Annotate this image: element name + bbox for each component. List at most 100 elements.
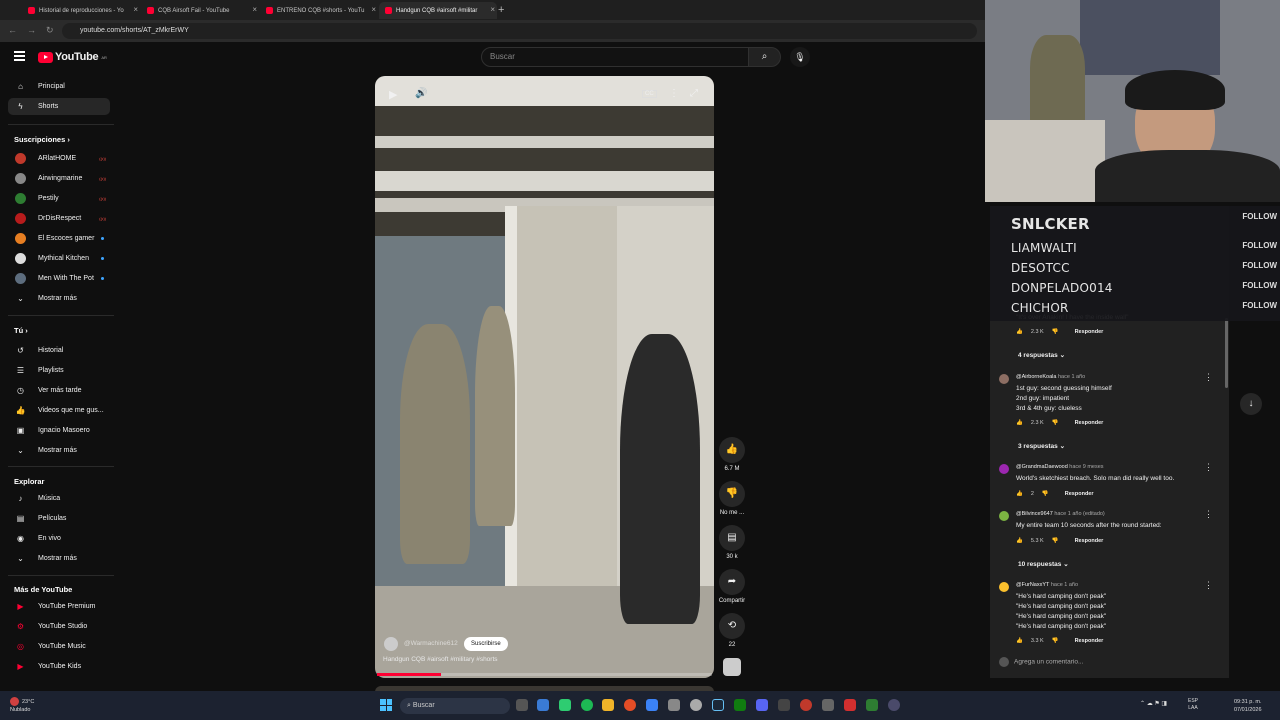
system-tray-icons[interactable]: ⌃ ☁ ⚑ ◨ (1140, 700, 1167, 707)
like-icon[interactable]: 👍 (1016, 420, 1023, 426)
browser-tab-active[interactable]: Handgun CQB #airsoft #militar × (379, 2, 497, 19)
app-icon[interactable] (822, 699, 834, 711)
search-button[interactable]: ⌕ (748, 47, 781, 67)
sidebar-item-music-app[interactable]: ◎ YouTube Music (8, 638, 110, 655)
app-icon[interactable] (646, 699, 658, 711)
view-replies-button[interactable]: 4 respuestas ⌄ (1018, 351, 1065, 359)
app-icon[interactable] (778, 699, 790, 711)
next-short-button[interactable]: ↓ (1240, 393, 1262, 415)
close-tab-icon[interactable]: × (371, 5, 376, 14)
commenter-avatar[interactable] (999, 582, 1009, 592)
channel-avatar[interactable] (384, 637, 398, 651)
video-progress-bar[interactable] (377, 673, 712, 676)
dislike-icon[interactable]: 👎 (1042, 491, 1049, 497)
file-explorer-icon[interactable] (602, 699, 614, 711)
app-icon[interactable] (690, 699, 702, 711)
subscription-item[interactable]: Airwingmarine ((•)) (8, 170, 110, 187)
subscription-item[interactable]: Mythical Kitchen (8, 250, 110, 267)
reply-button[interactable]: Responder (1075, 538, 1104, 544)
steam-icon[interactable] (712, 699, 724, 711)
dislike-icon[interactable]: 👎 (1052, 638, 1059, 644)
sound-thumbnail[interactable] (723, 658, 741, 676)
remix-button[interactable]: ⟲ 22 (718, 613, 746, 648)
new-tab-icon[interactable]: + (498, 4, 504, 16)
dislike-icon[interactable]: 👎 (1052, 420, 1059, 426)
close-tab-icon[interactable]: × (490, 5, 495, 14)
you-heading[interactable]: Tú › (14, 326, 28, 335)
dislike-icon[interactable]: 👎 (1052, 538, 1059, 544)
subscriptions-heading[interactable]: Suscripciones › (14, 135, 70, 144)
app-icon[interactable] (668, 699, 680, 711)
show-more-subscriptions[interactable]: ⌄ Mostrar más (8, 290, 110, 307)
menu-icon[interactable] (14, 51, 25, 62)
subscription-item[interactable]: ARlatHOME ((•)) (8, 150, 110, 167)
xbox-icon[interactable] (734, 699, 746, 711)
app-icon[interactable] (866, 699, 878, 711)
sidebar-item-live[interactable]: ◉ En vivo (8, 530, 110, 547)
reply-button[interactable]: Responder (1075, 420, 1104, 426)
comment-author[interactable]: @FurNaxxYT hace 1 año (1016, 582, 1078, 588)
comment-author[interactable]: @AirborneKoala hace 1 año (1016, 374, 1085, 380)
sidebar-item-music[interactable]: ♪ Música (8, 490, 110, 507)
voice-search-button[interactable]: 🎙 (790, 47, 810, 67)
discord-icon[interactable] (756, 699, 768, 711)
browser-tab[interactable]: Historial de reproducciones - Yo × (22, 2, 140, 19)
back-icon[interactable]: ← (8, 25, 27, 35)
sidebar-item-playlists[interactable]: ☰ Playlists (8, 362, 110, 379)
sidebar-item-studio[interactable]: ⚙ YouTube Studio (8, 618, 110, 635)
commenter-avatar[interactable] (999, 374, 1009, 384)
sidebar-item-shorts[interactable]: ϟ Shorts (8, 98, 110, 115)
weather-widget[interactable]: 23°C Nublado (10, 697, 34, 714)
fullscreen-icon[interactable]: ⤢ (690, 88, 698, 99)
commenter-avatar[interactable] (999, 464, 1009, 474)
browser-nav-buttons[interactable]: ←→↻ (8, 25, 64, 36)
captions-icon[interactable]: CC (642, 90, 657, 98)
share-button[interactable]: ➦ Compartir (718, 569, 746, 604)
reply-button[interactable]: Responder (1075, 329, 1104, 335)
volume-icon[interactable]: 🔊 (415, 88, 427, 99)
obs-icon[interactable] (800, 699, 812, 711)
sidebar-item-premium[interactable]: ▶ YouTube Premium (8, 598, 110, 615)
view-replies-button[interactable]: 10 respuestas ⌄ (1018, 560, 1069, 568)
channel-name[interactable]: @Warmachine612 (404, 640, 458, 647)
address-bar[interactable]: youtube.com/shorts/AT_zMkrErWY (62, 23, 977, 39)
sidebar-item-liked[interactable]: 👍 Videos que me gus... (8, 402, 110, 419)
close-tab-icon[interactable]: × (133, 5, 138, 14)
edge-icon[interactable] (537, 699, 549, 711)
browser-tab[interactable]: ENTRENO CQB #shorts - YouTu × (260, 2, 378, 19)
youtube-logo[interactable]: YouTube AR (38, 51, 107, 63)
like-icon[interactable]: 👍 (1016, 329, 1023, 335)
commenter-avatar[interactable] (999, 511, 1009, 521)
subscription-item[interactable]: DrDisRespect ((•)) (8, 210, 110, 227)
show-more-explore[interactable]: ⌄ Mostrar más (8, 550, 110, 567)
chrome-icon[interactable] (624, 699, 636, 711)
like-icon[interactable]: 👍 (1016, 638, 1023, 644)
sidebar-item-principal[interactable]: ⌂ Principal (8, 78, 110, 95)
comment-menu-icon[interactable]: ⋮ (1204, 580, 1213, 591)
reply-button[interactable]: Responder (1065, 491, 1094, 497)
browser-tab[interactable]: CQB Airsoft Fail - YouTube × (141, 2, 259, 19)
comment-menu-icon[interactable]: ⋮ (1204, 462, 1213, 473)
short-video-player[interactable] (375, 76, 714, 678)
show-more-you[interactable]: ⌄ Mostrar más (8, 442, 110, 459)
sidebar-item-kids[interactable]: ▶ YouTube Kids (8, 658, 110, 675)
sidebar-item-watch-later[interactable]: ◷ Ver más tarde (8, 382, 110, 399)
reload-icon[interactable]: ↻ (46, 25, 64, 35)
comments-scrollbar[interactable] (1225, 318, 1228, 388)
language-indicator[interactable]: ESP LAA (1188, 698, 1198, 712)
subscribe-button[interactable]: Suscribirse (464, 637, 508, 651)
more-options-icon[interactable]: ⋮ (669, 88, 679, 99)
comment-author[interactable]: @GrandmaDaewood hace 9 meses (1016, 464, 1104, 470)
like-button[interactable]: 👍 6.7 M (718, 437, 746, 472)
dislike-button[interactable]: 👎 No me ... (718, 481, 746, 516)
subscription-item[interactable]: Men With The Pot (8, 270, 110, 287)
subscription-item[interactable]: Pestily ((•)) (8, 190, 110, 207)
comment-menu-icon[interactable]: ⋮ (1204, 509, 1213, 520)
view-replies-button[interactable]: 3 respuestas ⌄ (1018, 442, 1065, 450)
taskbar-search[interactable]: ⌕ Buscar (400, 698, 510, 714)
sidebar-item-movies[interactable]: ▤ Películas (8, 510, 110, 527)
sidebar-item-your-channel[interactable]: ▣ Ignacio Masoero (8, 422, 110, 439)
task-view-icon[interactable] (516, 699, 528, 711)
search-input[interactable]: Buscar (481, 47, 749, 67)
windows-start-icon[interactable] (380, 699, 392, 711)
